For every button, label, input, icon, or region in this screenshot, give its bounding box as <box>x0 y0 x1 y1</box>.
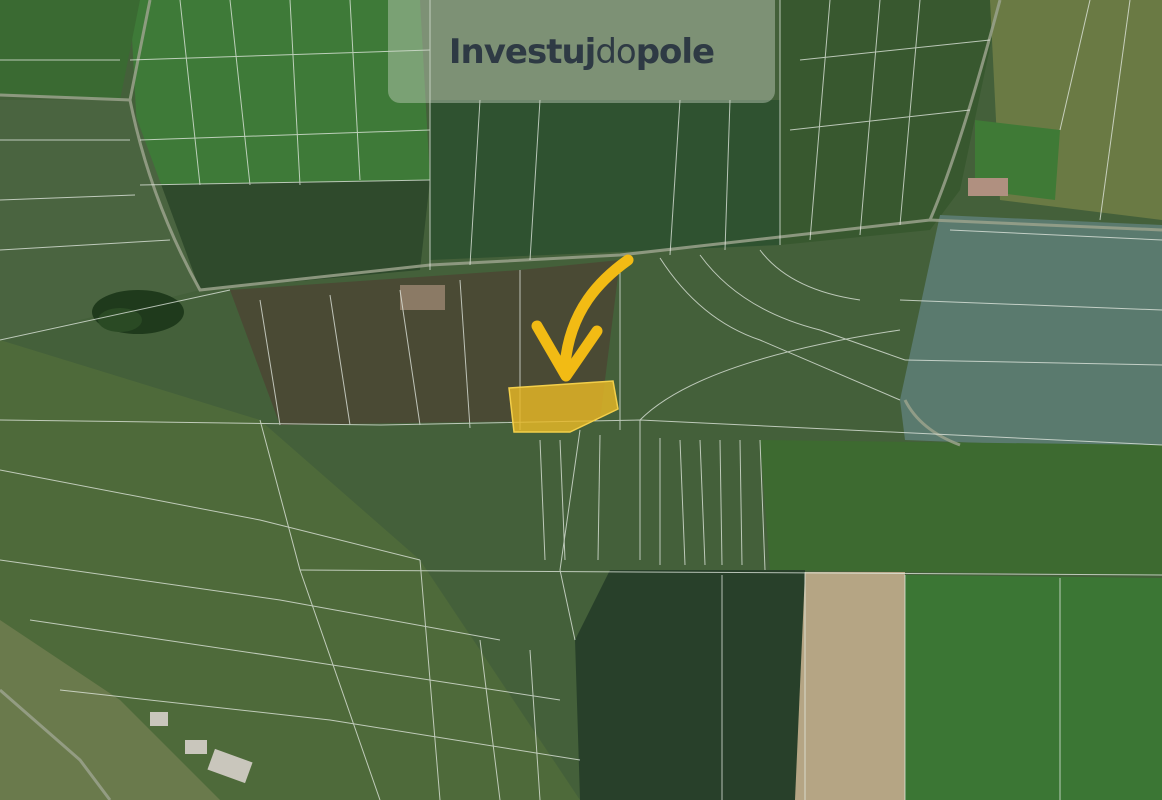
field-tan-strip <box>795 572 905 800</box>
aerial-map[interactable]: Investujdopole <box>0 0 1162 800</box>
logo-banner: Investujdopole <box>388 0 775 103</box>
logo-part-2: do <box>595 31 636 72</box>
field-bluish <box>900 215 1162 450</box>
building <box>150 712 168 726</box>
field-dark-south <box>575 570 805 800</box>
map-layer <box>0 0 1162 800</box>
logo-part-3: pole <box>635 31 715 72</box>
tree-cluster-inner <box>98 308 142 332</box>
field-green-north <box>130 0 430 185</box>
field-green-se <box>905 575 1162 800</box>
farm-building <box>968 178 1008 196</box>
field-green-nw <box>0 0 140 100</box>
farm-plot <box>400 285 445 310</box>
field-green-east <box>760 440 1162 575</box>
logo: Investujdopole <box>448 31 715 72</box>
building <box>185 740 207 754</box>
logo-part-1: Investuj <box>448 31 596 72</box>
